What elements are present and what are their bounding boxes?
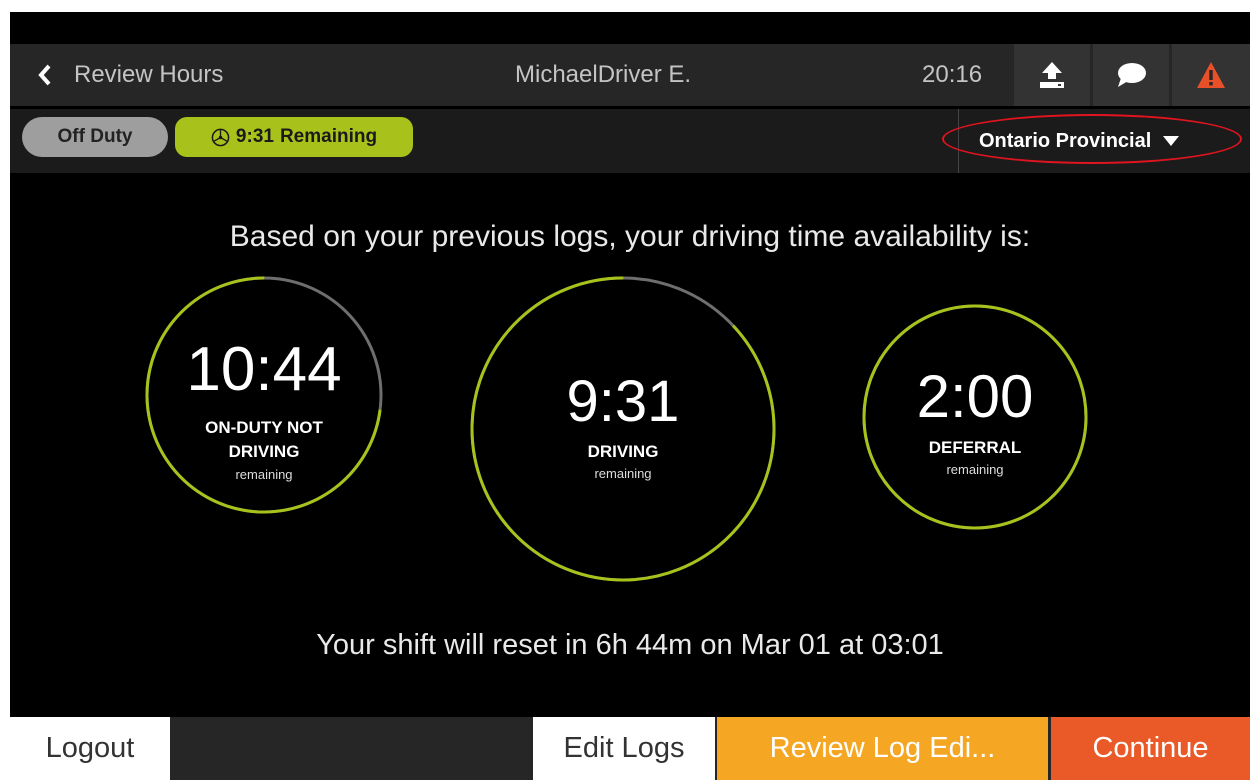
back-button[interactable]: Review Hours — [38, 44, 223, 106]
gauge-sub: remaining — [235, 467, 293, 482]
gauge-sub: remaining — [594, 466, 652, 481]
footer-bar: Logout Edit Logs Review Log Edi... Conti… — [10, 717, 1250, 780]
gauge-time: 2:00 — [916, 363, 1034, 430]
ruleset-dropdown[interactable]: Ontario Provincial — [958, 109, 1250, 173]
chevron-left-icon — [38, 64, 51, 86]
logout-button[interactable]: Logout — [10, 717, 170, 780]
status-row: Off Duty 9:31 Remaining Ontario Provinci… — [10, 109, 1250, 173]
review-log-edits-button[interactable]: Review Log Edi... — [717, 717, 1048, 780]
gauge-driving: 9:31 DRIVING remaining — [470, 276, 776, 582]
availability-intro: Based on your previous logs, your drivin… — [229, 220, 1031, 253]
gauge-label: DRIVING — [228, 442, 300, 461]
gauge-label: ON-DUTY NOT — [205, 418, 323, 437]
upload-button[interactable] — [1014, 44, 1090, 106]
messages-button[interactable] — [1093, 44, 1169, 106]
gauge-label: DRIVING — [587, 442, 659, 461]
ruleset-label: Ontario Provincial — [979, 129, 1152, 152]
alerts-button[interactable] — [1172, 44, 1250, 106]
warning-icon — [1197, 62, 1225, 88]
remaining-label: Remaining — [279, 126, 378, 147]
upload-icon — [1040, 62, 1064, 88]
remaining-time: 9:31 — [235, 126, 274, 147]
remaining-badge[interactable]: 9:31 Remaining — [175, 117, 413, 157]
steering-wheel-icon — [211, 128, 230, 146]
gauge-label: DEFERRAL — [928, 438, 1022, 457]
gauge-on-duty: 10:44 ON-DUTY NOT DRIVING remaining — [145, 276, 383, 514]
app-screen: Review Hours MichaelDriver E. 20:16 Off … — [10, 12, 1250, 780]
shift-reset-text: Your shift will reset in 6h 44m on Mar 0… — [316, 629, 944, 661]
header-bar: Review Hours MichaelDriver E. 20:16 — [10, 44, 1250, 106]
gauge-deferral: 2:00 DEFERRAL remaining — [862, 304, 1088, 530]
continue-button[interactable]: Continue — [1051, 717, 1250, 780]
page-title: Review Hours — [74, 61, 224, 88]
caret-down-icon — [1163, 136, 1180, 146]
duty-status-badge[interactable]: Off Duty — [22, 117, 168, 157]
edit-logs-button[interactable]: Edit Logs — [533, 717, 715, 780]
gauge-time: 9:31 — [566, 369, 680, 434]
gauge-time: 10:44 — [186, 335, 342, 404]
driver-name: MichaelDriver E. — [515, 61, 692, 88]
clock-time: 20:16 — [922, 61, 983, 88]
gauge-sub: remaining — [946, 462, 1004, 477]
chat-icon — [1118, 63, 1146, 87]
